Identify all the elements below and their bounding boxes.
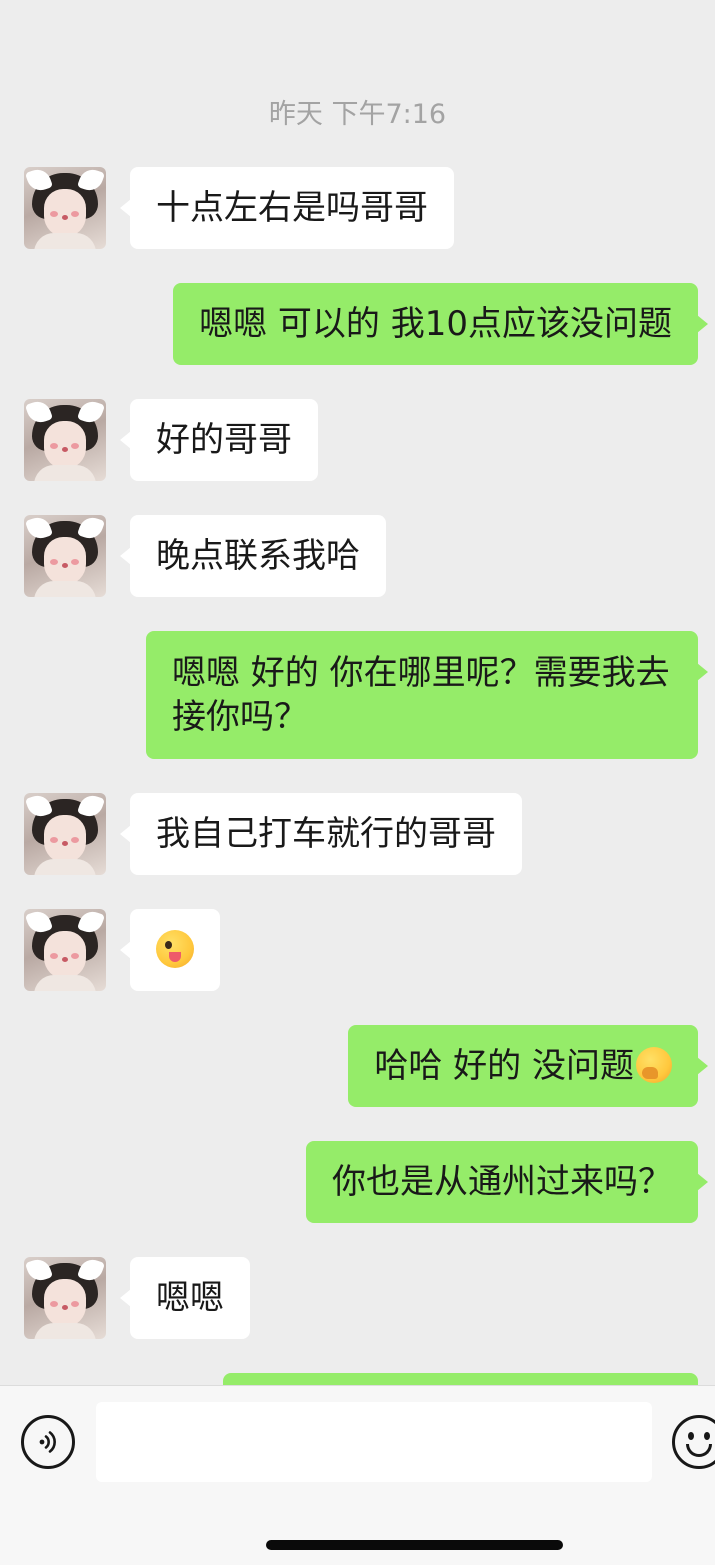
message-bubble-incoming[interactable]: 嗯嗯 xyxy=(120,1257,250,1339)
message-text: 哈哈 好的 没问题 xyxy=(374,1046,634,1086)
voice-icon[interactable] xyxy=(21,1415,75,1469)
home-indicator[interactable] xyxy=(266,1540,563,1550)
message-bubble-incoming[interactable]: 我自己打车就行的哥哥 xyxy=(120,793,522,875)
smiley-icon[interactable] xyxy=(672,1415,715,1469)
message-bubble-outgoing[interactable]: 哈哈 好的 没问题 xyxy=(348,1025,708,1107)
chat-input-bar xyxy=(0,1385,715,1565)
thinking-hand-emoji-icon xyxy=(636,1047,672,1083)
chat-timestamp: 昨天 下午7:16 xyxy=(268,99,447,130)
message-bubble-outgoing[interactable]: 你也是从通州过来吗？ xyxy=(306,1141,708,1223)
message-bubble-incoming[interactable] xyxy=(120,909,220,991)
wink-tongue-emoji-icon xyxy=(156,930,194,968)
message-bubble-outgoing[interactable]: 嗯嗯 好的 你在哪里呢？需要我去 接你吗？ xyxy=(146,631,708,759)
contact-avatar[interactable] xyxy=(24,399,106,481)
message-bubble-incoming[interactable]: 晚点联系我哈 xyxy=(120,515,386,597)
contact-avatar[interactable] xyxy=(24,793,106,875)
contact-avatar[interactable] xyxy=(24,1257,106,1339)
contact-avatar[interactable] xyxy=(24,515,106,597)
message-bubble-incoming[interactable]: 十点左右是吗哥哥 xyxy=(120,167,454,249)
message-line: 嗯嗯 好的 你在哪里呢？需要我去 xyxy=(172,653,670,693)
message-input[interactable] xyxy=(96,1402,652,1482)
contact-avatar[interactable] xyxy=(24,167,106,249)
message-bubble-incoming[interactable]: 好的哥哥 xyxy=(120,399,318,481)
message-bubble-outgoing[interactable]: 嗯嗯 可以的 我10点应该没问题 xyxy=(173,283,708,365)
message-line: 接你吗？ xyxy=(172,697,308,737)
contact-avatar[interactable] xyxy=(24,909,106,991)
